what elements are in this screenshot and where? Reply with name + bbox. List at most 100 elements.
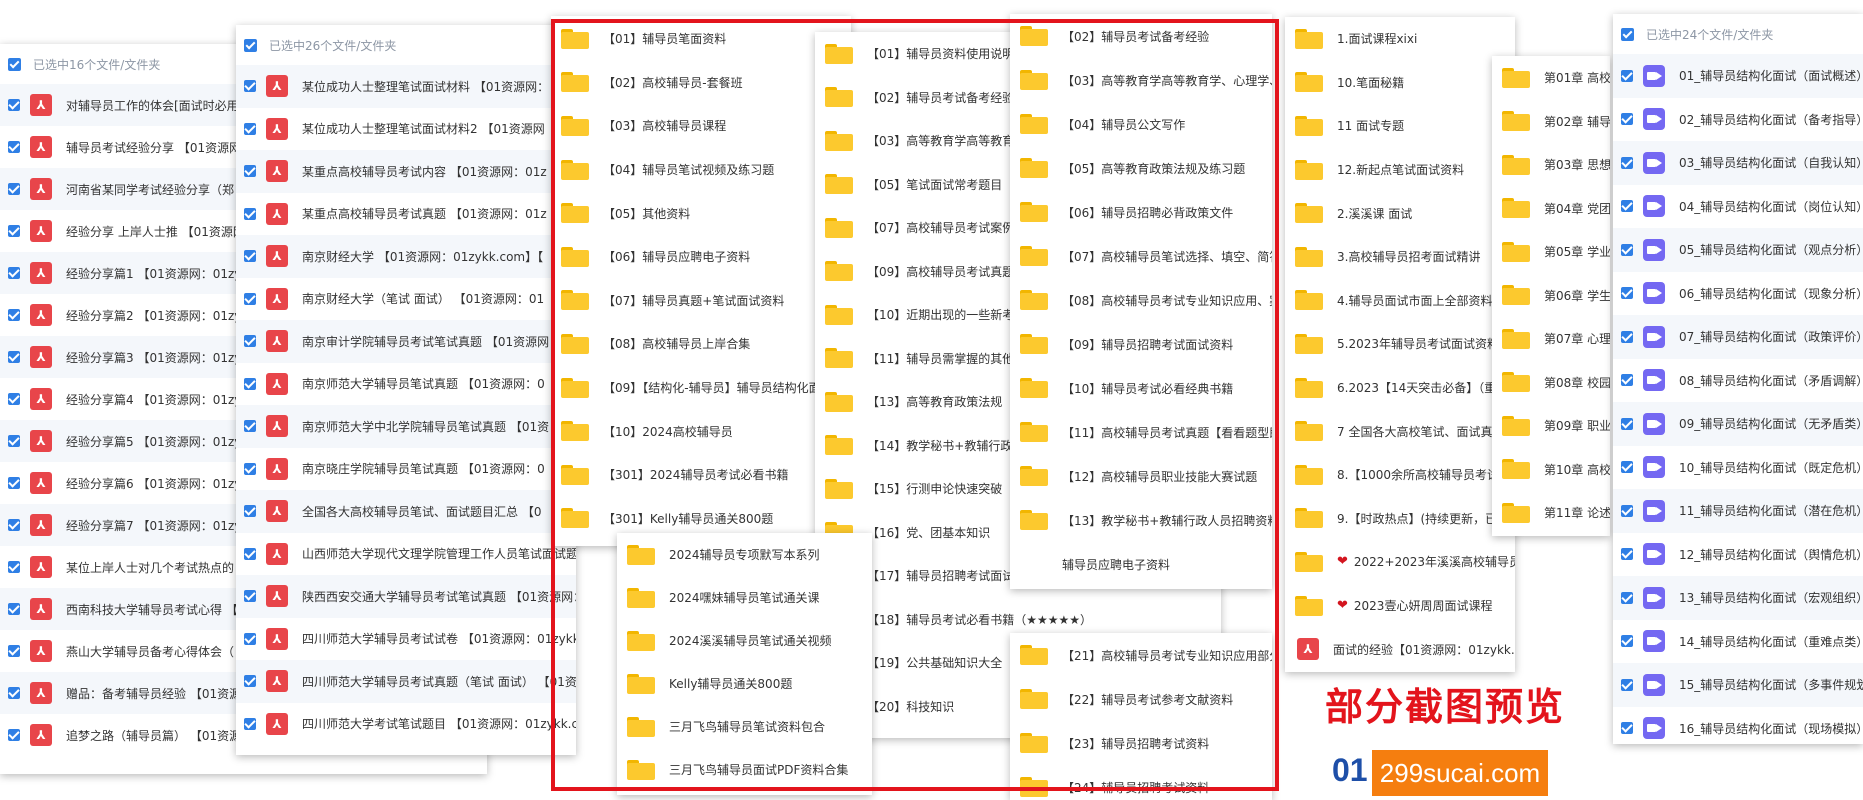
file-row[interactable]: ⅄ 某重点高校辅导员考试内容 【01资源网：01z — [236, 150, 576, 193]
row-checkbox[interactable] — [1621, 417, 1633, 430]
row-checkbox[interactable] — [244, 250, 256, 263]
file-row[interactable]: 07_辅导员结构化面试（政策评价） — [1613, 315, 1863, 359]
file-row[interactable]: ⅄ 南京审计学院辅导员考试笔试真题 【01资源网 — [236, 320, 576, 363]
select-all-checkbox[interactable] — [244, 38, 257, 52]
row-checkbox[interactable] — [8, 393, 20, 405]
folder-row[interactable]: 三月飞鸟辅导员面试PDF资料合集 — [617, 748, 872, 791]
row-checkbox[interactable] — [8, 267, 20, 279]
row-checkbox[interactable] — [244, 505, 256, 518]
row-checkbox[interactable] — [1621, 722, 1633, 735]
row-checkbox[interactable] — [8, 561, 20, 573]
folder-row[interactable]: 第09章 职业生 — [1492, 404, 1610, 448]
row-checkbox[interactable] — [8, 519, 20, 531]
folder-row[interactable]: 【13】教学秘书+教辅行政人员招聘资料 — [1010, 498, 1272, 542]
folder-row[interactable]: 第05章 学业指 — [1492, 230, 1610, 274]
file-row[interactable]: ⅄ 四川师范大学辅导员考试真题（笔试 面试） 【01资源网： — [236, 660, 576, 703]
folder-row[interactable]: 辅导员应聘电子资料 — [1010, 542, 1272, 586]
folder-row[interactable]: 4.辅导员面试市面上全部资料，在 — [1285, 279, 1515, 323]
folder-row[interactable]: 5.2023年辅导员考试面试资料 — [1285, 322, 1515, 366]
folder-row[interactable]: 【09】【结构化-辅导员】辅导员结构化面 — [551, 366, 851, 410]
row-checkbox[interactable] — [244, 420, 256, 433]
folder-row[interactable]: 【02】辅导员考试备考经验 — [1010, 14, 1272, 58]
file-row[interactable]: ⅄ 南京财经大学 【01资源网：01zykk.com】【 — [236, 235, 576, 278]
file-row[interactable]: ⅄ 某位成功人士整理笔试面试材料 【01资源网： — [236, 65, 576, 108]
row-checkbox[interactable] — [1621, 374, 1633, 387]
row-checkbox[interactable] — [8, 729, 20, 741]
folder-row[interactable]: 【23】辅导员招聘考试资料 — [1010, 721, 1272, 765]
row-checkbox[interactable] — [244, 80, 256, 93]
file-row[interactable]: 06_辅导员结构化面试（现象分析） — [1613, 272, 1863, 316]
folder-row[interactable]: 6.2023【14天突击必备】（重点 — [1285, 366, 1515, 410]
folder-row[interactable]: 【04】辅导员公文写作 — [1010, 102, 1272, 146]
file-row[interactable]: 05_辅导员结构化面试（观点分析） — [1613, 228, 1863, 272]
file-row[interactable]: ⅄ 南京财经大学（笔试 面试） 【01资源网：01 — [236, 278, 576, 321]
row-checkbox[interactable] — [244, 335, 256, 348]
row-checkbox[interactable] — [8, 225, 20, 237]
row-checkbox[interactable] — [1621, 504, 1633, 517]
folder-row[interactable]: 第07章 心理健 — [1492, 317, 1610, 361]
folder-row[interactable]: Kelly辅导员通关800题 — [617, 662, 872, 705]
folder-row[interactable]: 【07】高校辅导员笔试选择、填空、简答 — [1010, 234, 1272, 278]
folder-row[interactable]: 9.【时政热点】(持续更新，已更 — [1285, 497, 1515, 541]
file-row[interactable]: 12_辅导员结构化面试（舆情危机） — [1613, 533, 1863, 577]
folder-row[interactable]: 1.面试课程xixi — [1285, 17, 1515, 61]
file-row[interactable]: ⅄ 四川师范大学辅导员考试试卷 【01资源网：01zykk.com】 — [236, 618, 576, 661]
folder-row[interactable]: 第04章 党团和 — [1492, 187, 1610, 231]
row-checkbox[interactable] — [1621, 243, 1633, 256]
row-checkbox[interactable] — [1621, 156, 1633, 169]
folder-row[interactable]: 【09】辅导员招聘考试面试资料 — [1010, 322, 1272, 366]
row-checkbox[interactable] — [244, 165, 256, 178]
row-checkbox[interactable] — [1621, 591, 1633, 604]
file-row[interactable]: 08_辅导员结构化面试（矛盾调解） — [1613, 359, 1863, 403]
folder-row[interactable]: 【02】高校辅导员-套餐班 — [551, 61, 851, 105]
folder-row[interactable]: 第01章 高校辅 — [1492, 56, 1610, 100]
row-checkbox[interactable] — [8, 603, 20, 615]
folder-row[interactable]: 第02章 辅导员 — [1492, 100, 1610, 144]
row-checkbox[interactable] — [244, 377, 256, 390]
folder-row[interactable]: 7 全国各大高校笔试、面试真题 — [1285, 409, 1515, 453]
file-row[interactable]: ⅄ 山西师范大学现代文理学院管理工作人员笔试面试题 【01 — [236, 533, 576, 576]
file-row[interactable]: 01_辅导员结构化面试（面试概述） — [1613, 54, 1863, 98]
folder-row[interactable]: 三月飞鸟辅导员笔试资料包合 — [617, 705, 872, 748]
folder-row[interactable]: 【04】辅导员笔试视频及练习题 — [551, 148, 851, 192]
folder-row[interactable]: ❤ 2022+2023年溪溪高校辅导员面试资料 — [1285, 540, 1515, 584]
file-row[interactable]: 02_辅导员结构化面试（备考指导） — [1613, 98, 1863, 142]
folder-row[interactable]: 3.高校辅导员招考面试精讲 — [1285, 235, 1515, 279]
folder-row[interactable]: 【06】辅导员应聘电子资料 — [551, 235, 851, 279]
folder-row[interactable]: 【08】高校辅导员上岸合集 — [551, 322, 851, 366]
file-row[interactable]: 16_辅导员结构化面试（现场模拟） — [1613, 707, 1863, 745]
row-checkbox[interactable] — [1621, 635, 1633, 648]
file-row[interactable]: 14_辅导员结构化面试（重难点类） — [1613, 620, 1863, 664]
folder-row[interactable]: 11 面试专题 — [1285, 104, 1515, 148]
row-checkbox[interactable] — [244, 632, 256, 645]
file-row[interactable]: 11_辅导员结构化面试（潜在危机） — [1613, 489, 1863, 533]
file-row[interactable]: ⅄ 四川师范大学考试笔试题目 【01资源网：01zykk.com】 — [236, 703, 576, 746]
file-row[interactable]: ⅄ 南京师范大学中北学院辅导员笔试真题 【01资 — [236, 405, 576, 448]
row-checkbox[interactable] — [8, 687, 20, 699]
folder-row[interactable]: 第06章 学生日 — [1492, 274, 1610, 318]
row-checkbox[interactable] — [244, 122, 256, 135]
row-checkbox[interactable] — [1621, 287, 1633, 300]
row-checkbox[interactable] — [1621, 200, 1633, 213]
folder-row[interactable]: 第03章 思想政 — [1492, 143, 1610, 187]
folder-row[interactable]: 10.笔面秘籍 — [1285, 61, 1515, 105]
file-row[interactable]: ⅄ 南京晓庄学院辅导员笔试真题 【01资源网：0 — [236, 448, 576, 491]
folder-row[interactable]: 2.溪溪课 面试 — [1285, 191, 1515, 235]
select-all-checkbox[interactable] — [8, 57, 21, 71]
folder-row[interactable]: 【21】高校辅导员考试专业知识应用部分 — [1010, 633, 1272, 677]
row-checkbox[interactable] — [8, 141, 20, 153]
file-row[interactable]: 03_辅导员结构化面试（自我认知） — [1613, 141, 1863, 185]
row-checkbox[interactable] — [244, 590, 256, 603]
file-row[interactable]: ⅄ 某重点高校辅导员考试真题 【01资源网：01z — [236, 193, 576, 236]
file-row[interactable]: ⅄ 陕西西安交通大学辅导员考试笔试真题 【01资源网：01zy — [236, 575, 576, 618]
row-checkbox[interactable] — [1621, 69, 1633, 82]
folder-row[interactable]: 【03】高等教育学高等教育学、心理学、 — [1010, 58, 1272, 102]
row-checkbox[interactable] — [244, 547, 256, 560]
folder-row[interactable]: 【01】辅导员笔面资料 — [551, 17, 851, 61]
file-row[interactable]: 10_辅导员结构化面试（既定危机） — [1613, 446, 1863, 490]
row-checkbox[interactable] — [244, 292, 256, 305]
row-checkbox[interactable] — [8, 183, 20, 195]
file-row[interactable]: ⅄ 南京师范大学辅导员笔试真题 【01资源网：0 — [236, 363, 576, 406]
folder-row[interactable]: 第08章 校园危 — [1492, 361, 1610, 405]
row-checkbox[interactable] — [244, 717, 256, 730]
